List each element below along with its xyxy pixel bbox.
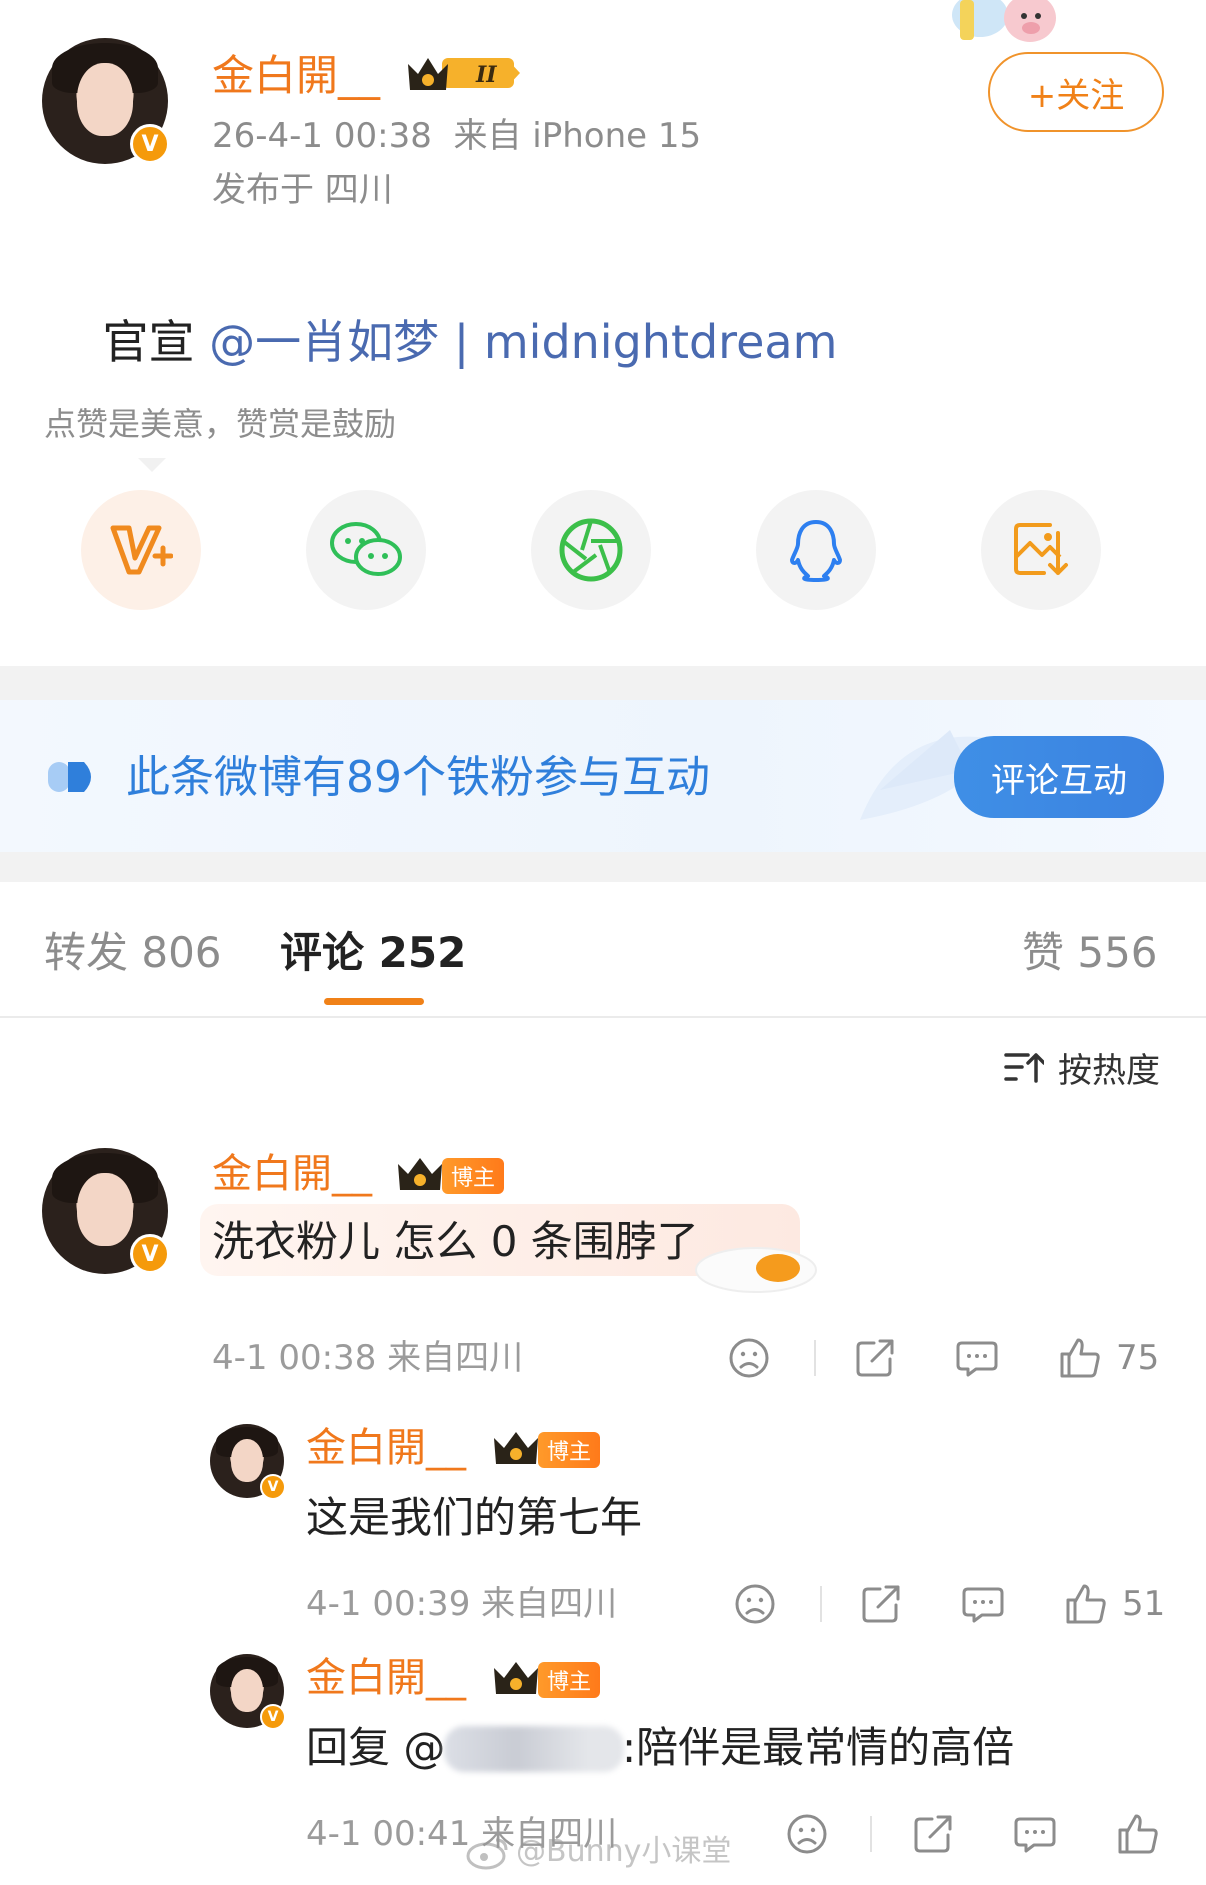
reply-item: V 金白開__ 博主 这是我们的第七年 4-1 00:39 来自四川 51: [0, 1420, 1206, 1630]
comment-username[interactable]: 金白開__: [212, 1148, 372, 1200]
share-wechat-button[interactable]: [306, 490, 426, 610]
reward-tip: 点赞是美意，赞赏是鼓励: [44, 405, 397, 443]
qq-icon: [790, 520, 842, 582]
comment-interact-button[interactable]: 评论互动: [954, 736, 1164, 818]
moments-icon: [559, 518, 623, 582]
reply-text-suffix: :陪伴是最常情的高倍: [622, 1723, 1015, 1772]
follow-button[interactable]: +关注: [988, 52, 1164, 132]
share-comment-button[interactable]: [912, 1812, 954, 1856]
post-location: 发布于 四川: [212, 170, 393, 210]
tab-comment[interactable]: 评论 252: [280, 926, 466, 980]
follow-label: +关注: [1027, 75, 1125, 116]
egg-sticker-icon: [690, 1242, 820, 1296]
v-plus-icon: [110, 525, 173, 575]
tabs-divider: [0, 1016, 1206, 1018]
author-tag-badge: 博主: [538, 1662, 600, 1698]
like-comment-button[interactable]: [1116, 1810, 1160, 1858]
fans-interaction-banner: 此条微博有89个铁粉参与互动 评论互动: [0, 700, 1206, 852]
share-comment-button[interactable]: [860, 1582, 902, 1626]
action-separator: [814, 1340, 816, 1376]
share-out-icon: [862, 1585, 900, 1623]
thumb-up-icon: [1066, 1584, 1106, 1624]
reply-comment-button[interactable]: [956, 1336, 998, 1380]
comment-avatar[interactable]: V: [42, 1148, 170, 1274]
comment-meta: 4-1 00:38 来自四川: [212, 1338, 524, 1378]
tab-repost[interactable]: 转发 806: [44, 926, 222, 980]
crown-level-icon: II: [406, 52, 522, 94]
author-tag-badge: 博主: [442, 1158, 504, 1194]
reward-button[interactable]: [81, 490, 201, 610]
author-tag-badge: 博主: [538, 1432, 600, 1468]
comment-item: V 金白開__ 博主 洗衣粉儿 怎么 0 条围脖了 4-1 00:38 来自四川…: [0, 1140, 1206, 1390]
share-out-icon: [856, 1339, 894, 1377]
blurred-mention[interactable]: [444, 1726, 624, 1772]
action-separator: [870, 1816, 872, 1852]
reply-item: V 金白開__ 博主 回复 @ :陪伴是最常情的高倍 4-1 00:41 来自四…: [0, 1650, 1206, 1885]
author-name[interactable]: 金白開__: [212, 50, 380, 102]
wechat-icon: [330, 522, 402, 576]
dislike-button[interactable]: [728, 1336, 770, 1380]
sort-icon: [1004, 1053, 1044, 1083]
reply-text: 这是我们的第七年: [306, 1493, 643, 1542]
sad-face-icon: [729, 1338, 769, 1378]
author-avatar[interactable]: V: [42, 38, 170, 164]
comment-bubble-icon: [956, 1341, 998, 1377]
share-moments-button[interactable]: [531, 490, 651, 610]
like-count: 75: [1116, 1338, 1160, 1378]
like-comment-button[interactable]: 75: [1058, 1334, 1159, 1382]
thumb-up-icon: [1118, 1814, 1158, 1854]
watermark: @Bunny小课堂: [466, 1832, 731, 1872]
section-separator: [0, 666, 1206, 700]
sad-face-icon: [787, 1814, 827, 1854]
sort-label: 按热度: [1058, 1050, 1160, 1091]
crown-icon: [490, 1658, 544, 1698]
share-comment-button[interactable]: [854, 1336, 896, 1380]
like-count: 51: [1122, 1584, 1166, 1624]
verified-badge-icon: V: [260, 1474, 286, 1500]
comment-interact-label: 评论互动: [991, 760, 1127, 801]
verified-badge-icon: V: [130, 124, 170, 164]
comment-bubble-icon: [962, 1587, 1004, 1623]
crown-icon: [490, 1428, 544, 1468]
tab-like[interactable]: 赞 556: [1022, 926, 1158, 980]
dislike-button[interactable]: [786, 1812, 828, 1856]
share-qq-button[interactable]: [756, 490, 876, 610]
section-separator-2: [0, 852, 1206, 882]
fans-icon: [48, 760, 100, 794]
comment-bubble-icon: [1014, 1817, 1056, 1853]
reward-tip-pointer-icon: [138, 458, 166, 472]
reply-comment-button[interactable]: [962, 1582, 1004, 1626]
reply-comment-button[interactable]: [1014, 1812, 1056, 1856]
thumb-up-icon: [1060, 1338, 1100, 1378]
post-time-source: 26-4-1 00:38 来自 iPhone 15: [212, 116, 702, 156]
comment-text: 洗衣粉儿 怎么 0 条围脖了: [212, 1217, 699, 1266]
watermark-text: @Bunny小课堂: [516, 1834, 732, 1869]
reply-avatar[interactable]: V: [210, 1424, 286, 1500]
reply-username[interactable]: 金白開__: [306, 1422, 466, 1474]
sad-face-icon: [735, 1584, 775, 1624]
crown-icon: [394, 1154, 448, 1194]
save-image-icon: [1014, 523, 1068, 575]
post-header: V 金白開__ II 26-4-1 00:38 来自 iPhone 15 发布于…: [0, 0, 1206, 660]
reply-meta: 4-1 00:39 来自四川: [306, 1584, 618, 1624]
share-out-icon: [914, 1815, 952, 1853]
verified-badge-icon: V: [260, 1704, 286, 1730]
action-separator: [820, 1586, 822, 1622]
save-image-button[interactable]: [981, 490, 1101, 610]
post-mention-link[interactable]: @一肖如梦 | midnightdream: [209, 315, 837, 369]
fans-banner-text: 此条微博有89个铁粉参与互动: [126, 752, 710, 803]
reply-avatar[interactable]: V: [210, 1654, 286, 1730]
dislike-button[interactable]: [734, 1582, 776, 1626]
weibo-logo-icon: [466, 1838, 508, 1870]
verified-badge-icon: V: [130, 1234, 170, 1274]
svg-text:II: II: [475, 62, 497, 88]
reply-text-prefix: 回复 @: [306, 1723, 446, 1772]
tab-active-indicator: [324, 998, 424, 1005]
like-comment-button[interactable]: 51: [1064, 1580, 1165, 1628]
post-text-prefix: 官宣: [102, 315, 210, 369]
decorative-sticker: [940, 0, 1090, 55]
sort-by-heat-button[interactable]: 按热度: [1004, 1042, 1160, 1092]
reply-username[interactable]: 金白開__: [306, 1652, 466, 1704]
